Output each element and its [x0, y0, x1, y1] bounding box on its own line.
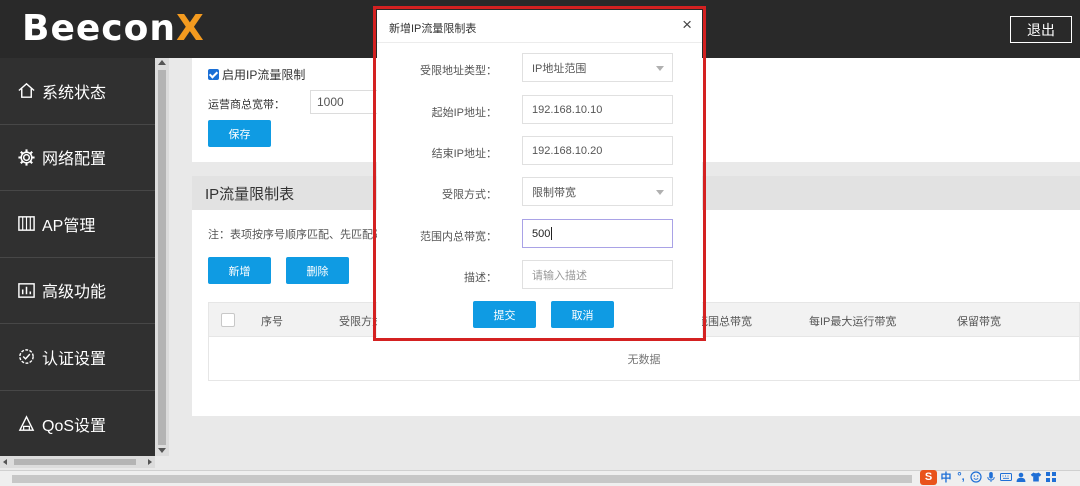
- logout-button[interactable]: 退出: [1010, 16, 1072, 43]
- scrollbar-thumb[interactable]: [12, 475, 912, 483]
- column-header-reserved-bandwidth: 保留带宽: [957, 316, 1001, 328]
- cancel-button[interactable]: 取消: [551, 301, 614, 328]
- limit-mode-label: 受限方式：: [442, 189, 497, 201]
- start-ip-input[interactable]: 192.168.10.10: [522, 95, 673, 124]
- sidebar-item-network-config[interactable]: 网络配置: [0, 125, 155, 191]
- ime-language-toggle[interactable]: 中: [940, 469, 952, 485]
- shirt-icon[interactable]: [1030, 471, 1042, 483]
- save-button[interactable]: 保存: [208, 120, 271, 147]
- column-header-per-ip-max: 每IP最大运行带宽: [809, 316, 897, 328]
- addr-type-select[interactable]: IP地址范围: [522, 53, 673, 82]
- check-circle-icon: [16, 347, 36, 367]
- dialog-title: 新增IP流量限制表: [389, 23, 477, 35]
- total-bw-input[interactable]: 500: [522, 219, 673, 248]
- select-all-checkbox[interactable]: [221, 313, 235, 327]
- description-input[interactable]: 请输入描述: [522, 260, 673, 289]
- sidebar-item-auth-settings[interactable]: 认证设置: [0, 324, 155, 391]
- sidebar-item-label: 认证设置: [42, 350, 107, 368]
- text-caret: [551, 227, 553, 240]
- chevron-down-icon: [656, 190, 664, 195]
- sogou-ime-logo[interactable]: S: [920, 469, 937, 485]
- sidebar-item-ap-management[interactable]: AP管理: [0, 191, 155, 258]
- addr-type-label: 受限地址类型：: [420, 65, 497, 77]
- add-ip-limit-dialog: 新增IP流量限制表 × 受限地址类型： IP地址范围 起始IP地址： 192.1…: [377, 10, 702, 337]
- total-bw-value: 500: [532, 227, 551, 240]
- scrollbar-thumb[interactable]: [14, 459, 136, 465]
- scrollbar-thumb[interactable]: [158, 70, 166, 445]
- user-icon[interactable]: [1015, 471, 1027, 483]
- enable-ip-limit-row[interactable]: 启用IP流量限制: [208, 66, 305, 83]
- enable-ip-limit-checkbox[interactable]: [208, 69, 219, 80]
- column-header-index: 序号: [261, 316, 283, 328]
- submit-button[interactable]: 提交: [473, 301, 536, 328]
- ime-toolbar: S 中 °,: [918, 468, 1080, 486]
- sidebar-item-advanced[interactable]: 高级功能: [0, 258, 155, 324]
- limit-mode-value: 限制带宽: [532, 186, 576, 199]
- table-empty-row: 无数据: [208, 337, 1080, 381]
- scroll-down-arrow-icon[interactable]: [158, 448, 166, 453]
- chevron-down-icon: [656, 66, 664, 71]
- scroll-right-arrow-icon[interactable]: [148, 459, 152, 465]
- addr-type-value: IP地址范围: [532, 62, 587, 75]
- gear-icon: [16, 147, 36, 167]
- sidebar-item-qos-settings[interactable]: QoS设置: [0, 391, 155, 458]
- sidebar-vertical-scrollbar[interactable]: [155, 58, 169, 456]
- beeconx-logo: BeeconX: [22, 8, 205, 49]
- sidebar-item-label: 高级功能: [42, 284, 107, 302]
- add-button[interactable]: 新增: [208, 257, 271, 284]
- sidebar-horizontal-scrollbar[interactable]: [0, 456, 155, 468]
- sidebar-item-label: 网络配置: [42, 151, 107, 169]
- sidebar: 系统状态 网络配置 AP管理 高级功能 认证设置 QoS设置: [0, 58, 155, 456]
- sidebar-item-label: QoS设置: [42, 417, 107, 435]
- bar-chart-icon: [16, 280, 36, 300]
- sidebar-item-label: 系统状态: [42, 84, 107, 102]
- start-ip-label: 起始IP地址：: [431, 107, 497, 119]
- grid-menu-icon[interactable]: [1045, 471, 1057, 483]
- total-bw-label: 范围内总带宽：: [420, 231, 497, 243]
- sidebar-item-label: AP管理: [42, 217, 96, 235]
- dialog-divider: [377, 42, 702, 43]
- ime-punctuation-toggle[interactable]: °,: [955, 471, 967, 483]
- total-bandwidth-label: 运营商总宽带：: [208, 99, 285, 111]
- limit-mode-select[interactable]: 限制带宽: [522, 177, 673, 206]
- match-order-note: 注：表项按序号顺序匹配、先匹配先: [208, 229, 384, 241]
- end-ip-label: 结束IP地址：: [431, 148, 497, 160]
- microphone-icon[interactable]: [985, 471, 997, 483]
- scroll-left-arrow-icon[interactable]: [3, 459, 7, 465]
- keyboard-icon[interactable]: [1000, 471, 1012, 483]
- delete-button[interactable]: 删除: [286, 257, 349, 284]
- scroll-up-arrow-icon[interactable]: [158, 60, 166, 65]
- enable-ip-limit-label: 启用IP流量限制: [222, 68, 306, 82]
- emoji-icon[interactable]: [970, 471, 982, 483]
- description-label: 描述：: [464, 272, 497, 284]
- sidebar-item-system-status[interactable]: 系统状态: [0, 58, 155, 125]
- ap-grid-icon: [16, 214, 36, 234]
- qos-icon: [16, 414, 36, 434]
- end-ip-input[interactable]: 192.168.10.20: [522, 136, 673, 165]
- close-icon[interactable]: ×: [682, 16, 692, 34]
- home-icon: [16, 81, 36, 101]
